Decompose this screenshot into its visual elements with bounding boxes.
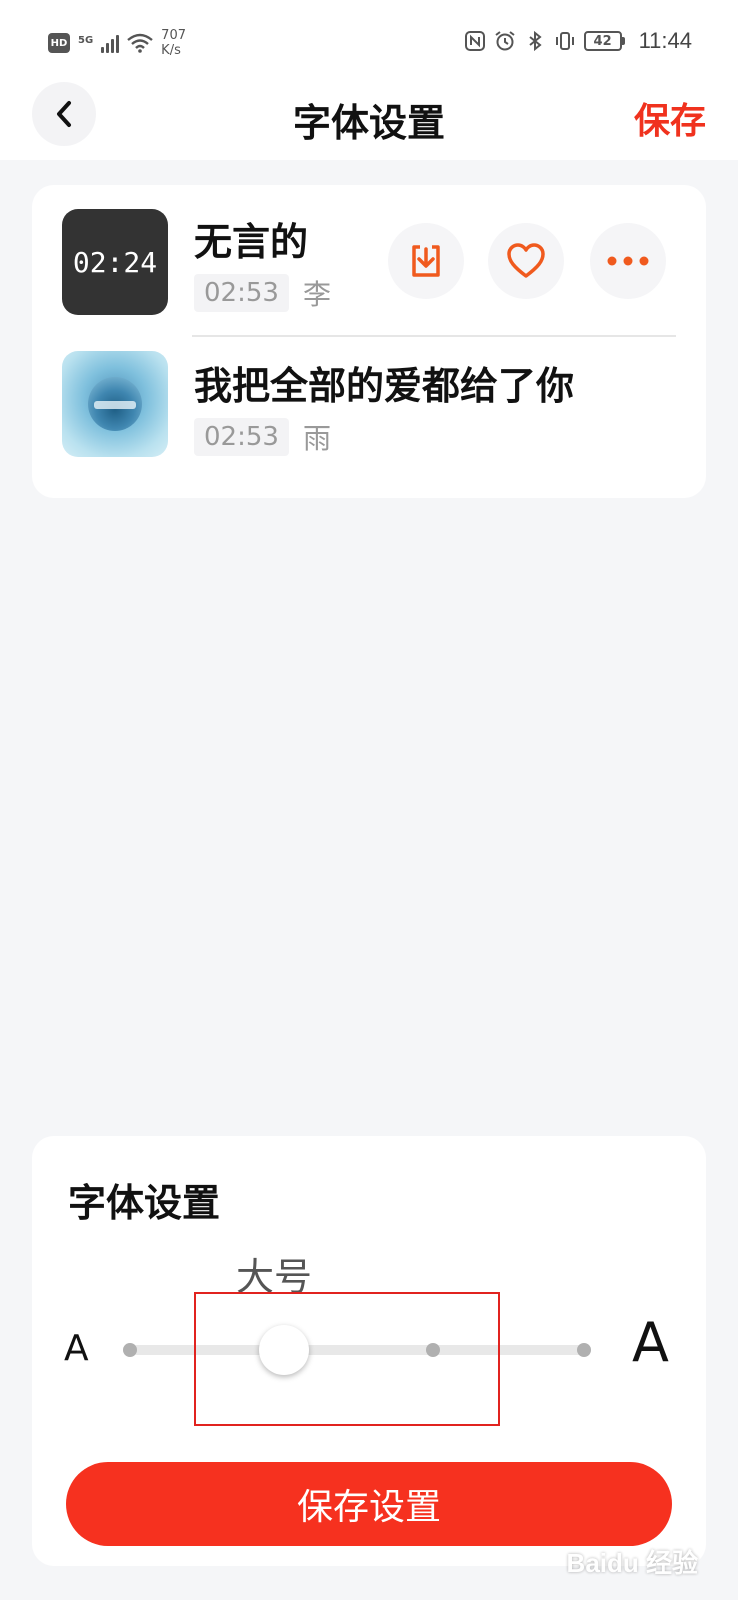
- slider-step[interactable]: [123, 1343, 137, 1357]
- clock: 11:44: [638, 28, 692, 53]
- page-title: 字体设置: [292, 101, 445, 145]
- song-meta: 02:53 李: [194, 273, 331, 313]
- thumbnail-time: 02:24: [72, 245, 158, 279]
- download-icon: [412, 245, 440, 277]
- more-button[interactable]: [590, 223, 666, 299]
- more-icon: [607, 256, 649, 266]
- song-title: 我把全部的爱都给了你: [194, 364, 575, 408]
- network-badge: 5G: [78, 35, 94, 46]
- header: 字体设置 保存: [0, 80, 738, 160]
- song-thumbnail: 02:24: [62, 209, 168, 315]
- hd-badge: HD: [48, 33, 70, 53]
- battery-icon: 42: [583, 31, 625, 51]
- list-item[interactable]: 我把全部的爱都给了你 02:53 雨: [32, 337, 706, 487]
- vibrate-icon: [555, 32, 574, 50]
- download-button[interactable]: [388, 223, 464, 299]
- song-duration: 02:53: [194, 274, 289, 312]
- status-bar: HD 5G 707 K/s 42 11:44: [0, 0, 738, 80]
- like-button[interactable]: [488, 223, 564, 299]
- network-speed: 707 K/s: [161, 28, 186, 58]
- status-left: HD 5G 707 K/s: [48, 28, 186, 58]
- wifi-icon: [127, 33, 153, 53]
- nfc-icon: [464, 31, 485, 51]
- signal-icon: [101, 33, 120, 53]
- highlight-annotation: [194, 1292, 500, 1426]
- song-artist: 李: [302, 278, 331, 311]
- slider-step[interactable]: [577, 1343, 591, 1357]
- speed-unit: K/s: [161, 43, 181, 58]
- bluetooth-icon: [528, 30, 542, 52]
- song-duration: 02:53: [194, 418, 289, 456]
- song-title: 无言的: [194, 220, 309, 264]
- large-size-icon: A: [632, 1311, 669, 1374]
- list-item[interactable]: 02:24 无言的 02:53 李: [32, 185, 706, 335]
- font-settings-panel: 字体设置 大号 A A 保存设置: [32, 1136, 706, 1566]
- panel-title: 字体设置: [68, 1181, 221, 1225]
- song-artist: 雨: [302, 422, 331, 455]
- status-right: 42 11:44: [464, 28, 692, 54]
- heart-icon: [507, 243, 545, 278]
- watermark-logo: Baidu 经验: [566, 1548, 698, 1578]
- battery-level: 42: [583, 31, 622, 51]
- save-button[interactable]: 保存: [634, 92, 706, 144]
- alarm-icon: [494, 31, 515, 51]
- save-settings-button[interactable]: 保存设置: [66, 1462, 672, 1546]
- album-art: [88, 377, 142, 431]
- small-size-icon: A: [64, 1328, 89, 1369]
- song-thumbnail: [62, 351, 168, 457]
- song-meta: 02:53 雨: [194, 417, 331, 457]
- speed-value: 707: [161, 28, 186, 43]
- song-list: 02:24 无言的 02:53 李 我把全部的爱都给了你 02:53 雨: [32, 185, 706, 498]
